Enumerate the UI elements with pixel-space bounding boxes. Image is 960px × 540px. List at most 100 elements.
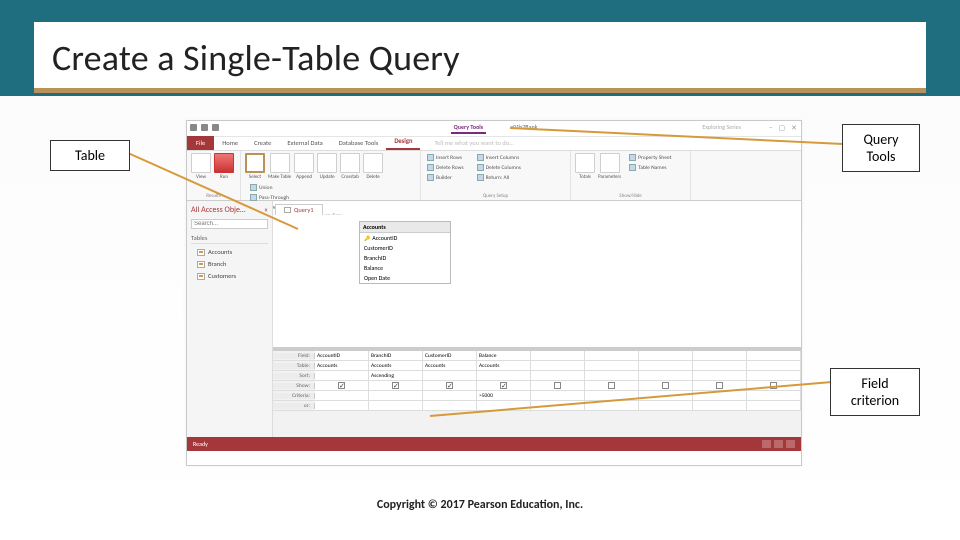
append-button[interactable]: Append bbox=[294, 153, 314, 180]
show-checkbox[interactable] bbox=[392, 382, 399, 389]
grid-cell[interactable]: Accounts bbox=[477, 361, 531, 370]
grid-cell[interactable] bbox=[693, 351, 747, 360]
grid-cell[interactable] bbox=[747, 391, 801, 400]
save-icon[interactable] bbox=[190, 124, 197, 131]
grid-cell[interactable]: Accounts bbox=[315, 361, 369, 370]
grid-cell[interactable] bbox=[693, 361, 747, 370]
field-accountid[interactable]: AccountID bbox=[360, 233, 450, 243]
grid-cell[interactable] bbox=[747, 401, 801, 410]
undo-icon[interactable] bbox=[201, 124, 208, 131]
field-customerid[interactable]: CustomerID bbox=[360, 243, 450, 253]
grid-cell[interactable] bbox=[369, 391, 423, 400]
show-checkbox[interactable] bbox=[716, 382, 723, 389]
parameters-button[interactable]: Parameters bbox=[598, 153, 621, 180]
grid-cell[interactable] bbox=[747, 371, 801, 380]
grid-cell[interactable] bbox=[585, 391, 639, 400]
tab-home[interactable]: Home bbox=[214, 136, 246, 150]
show-checkbox[interactable] bbox=[338, 382, 345, 389]
grid-cell[interactable] bbox=[531, 401, 585, 410]
field-balance[interactable]: Balance bbox=[360, 263, 450, 273]
grid-cell[interactable] bbox=[477, 401, 531, 410]
grid-cell[interactable] bbox=[423, 401, 477, 410]
close-icon[interactable]: ✕ bbox=[791, 123, 797, 132]
table-names-button[interactable]: Table Names bbox=[627, 163, 673, 172]
qbe-grid[interactable]: Field:AccountIDBranchIDCustomerIDBalance… bbox=[273, 351, 801, 437]
chevron-left-icon[interactable]: « bbox=[264, 205, 268, 215]
tell-me[interactable]: Tell me what you want to do... bbox=[426, 136, 522, 150]
grid-cell[interactable] bbox=[315, 381, 369, 390]
union-button[interactable]: Union bbox=[248, 183, 295, 192]
delete-columns-button[interactable]: Delete Columns bbox=[475, 163, 523, 172]
grid-cell[interactable] bbox=[693, 401, 747, 410]
grid-cell[interactable] bbox=[477, 381, 531, 390]
grid-cell[interactable] bbox=[639, 401, 693, 410]
maximize-icon[interactable]: ▢ bbox=[779, 123, 786, 132]
grid-cell[interactable] bbox=[423, 371, 477, 380]
grid-cell[interactable] bbox=[585, 371, 639, 380]
nav-item-accounts[interactable]: Accounts bbox=[191, 246, 268, 258]
show-checkbox[interactable] bbox=[554, 382, 561, 389]
grid-cell[interactable] bbox=[477, 371, 531, 380]
nav-item-customers[interactable]: Customers bbox=[191, 270, 268, 282]
grid-cell[interactable] bbox=[747, 361, 801, 370]
grid-cell[interactable] bbox=[585, 401, 639, 410]
nav-group-tables[interactable]: Tables bbox=[191, 233, 268, 244]
grid-cell[interactable] bbox=[315, 371, 369, 380]
nav-search-input[interactable] bbox=[191, 219, 268, 229]
builder-button[interactable]: Builder bbox=[425, 173, 466, 182]
show-checkbox[interactable] bbox=[662, 382, 669, 389]
update-button[interactable]: Update bbox=[317, 153, 337, 180]
show-checkbox[interactable] bbox=[770, 382, 777, 389]
crosstab-button[interactable]: Crosstab bbox=[340, 153, 360, 180]
sql-view-icon[interactable] bbox=[774, 440, 783, 448]
table-pane[interactable]: Accounts AccountID CustomerID BranchID B… bbox=[273, 215, 801, 351]
grid-cell[interactable] bbox=[423, 381, 477, 390]
grid-cell[interactable] bbox=[693, 371, 747, 380]
run-button[interactable]: Run bbox=[214, 153, 234, 180]
grid-cell[interactable] bbox=[531, 371, 585, 380]
grid-cell[interactable] bbox=[315, 391, 369, 400]
file-tab[interactable]: File bbox=[187, 136, 214, 150]
grid-cell[interactable] bbox=[693, 391, 747, 400]
grid-cell[interactable] bbox=[423, 391, 477, 400]
grid-cell[interactable] bbox=[531, 361, 585, 370]
grid-cell[interactable]: AccountID bbox=[315, 351, 369, 360]
field-branchid[interactable]: BranchID bbox=[360, 253, 450, 263]
table-card-accounts[interactable]: Accounts AccountID CustomerID BranchID B… bbox=[359, 221, 451, 284]
grid-cell[interactable]: Ascending bbox=[369, 371, 423, 380]
grid-cell[interactable] bbox=[585, 381, 639, 390]
grid-cell[interactable] bbox=[531, 351, 585, 360]
show-checkbox[interactable] bbox=[500, 382, 507, 389]
redo-icon[interactable] bbox=[212, 124, 219, 131]
grid-cell[interactable] bbox=[585, 361, 639, 370]
minimize-icon[interactable]: – bbox=[769, 123, 773, 132]
grid-cell[interactable]: Accounts bbox=[423, 361, 477, 370]
tab-design[interactable]: Design bbox=[386, 134, 420, 150]
grid-cell[interactable] bbox=[639, 351, 693, 360]
insert-rows-button[interactable]: Insert Rows bbox=[425, 153, 466, 162]
grid-cell[interactable] bbox=[531, 391, 585, 400]
datasheet-view-icon[interactable] bbox=[762, 440, 771, 448]
grid-cell[interactable] bbox=[531, 381, 585, 390]
show-checkbox[interactable] bbox=[446, 382, 453, 389]
grid-cell[interactable]: Accounts bbox=[369, 361, 423, 370]
field-opendate[interactable]: Open Date bbox=[360, 273, 450, 283]
grid-cell[interactable] bbox=[747, 351, 801, 360]
tab-external-data[interactable]: External Data bbox=[279, 136, 330, 150]
show-checkbox[interactable] bbox=[608, 382, 615, 389]
grid-cell[interactable] bbox=[747, 381, 801, 390]
grid-cell[interactable]: Balance bbox=[477, 351, 531, 360]
select-button[interactable]: Select bbox=[245, 153, 265, 180]
totals-button[interactable]: Totals bbox=[575, 153, 595, 180]
grid-cell[interactable]: CustomerID bbox=[423, 351, 477, 360]
tab-database-tools[interactable]: Database Tools bbox=[331, 136, 387, 150]
grid-cell[interactable] bbox=[639, 391, 693, 400]
property-sheet-button[interactable]: Property Sheet bbox=[627, 153, 673, 162]
query-tab[interactable]: Query1 bbox=[275, 204, 323, 215]
grid-cell[interactable] bbox=[369, 401, 423, 410]
grid-cell[interactable] bbox=[639, 371, 693, 380]
nav-item-branch[interactable]: Branch bbox=[191, 258, 268, 270]
grid-cell[interactable] bbox=[585, 351, 639, 360]
grid-cell[interactable] bbox=[639, 381, 693, 390]
grid-cell[interactable]: >5000 bbox=[477, 391, 531, 400]
